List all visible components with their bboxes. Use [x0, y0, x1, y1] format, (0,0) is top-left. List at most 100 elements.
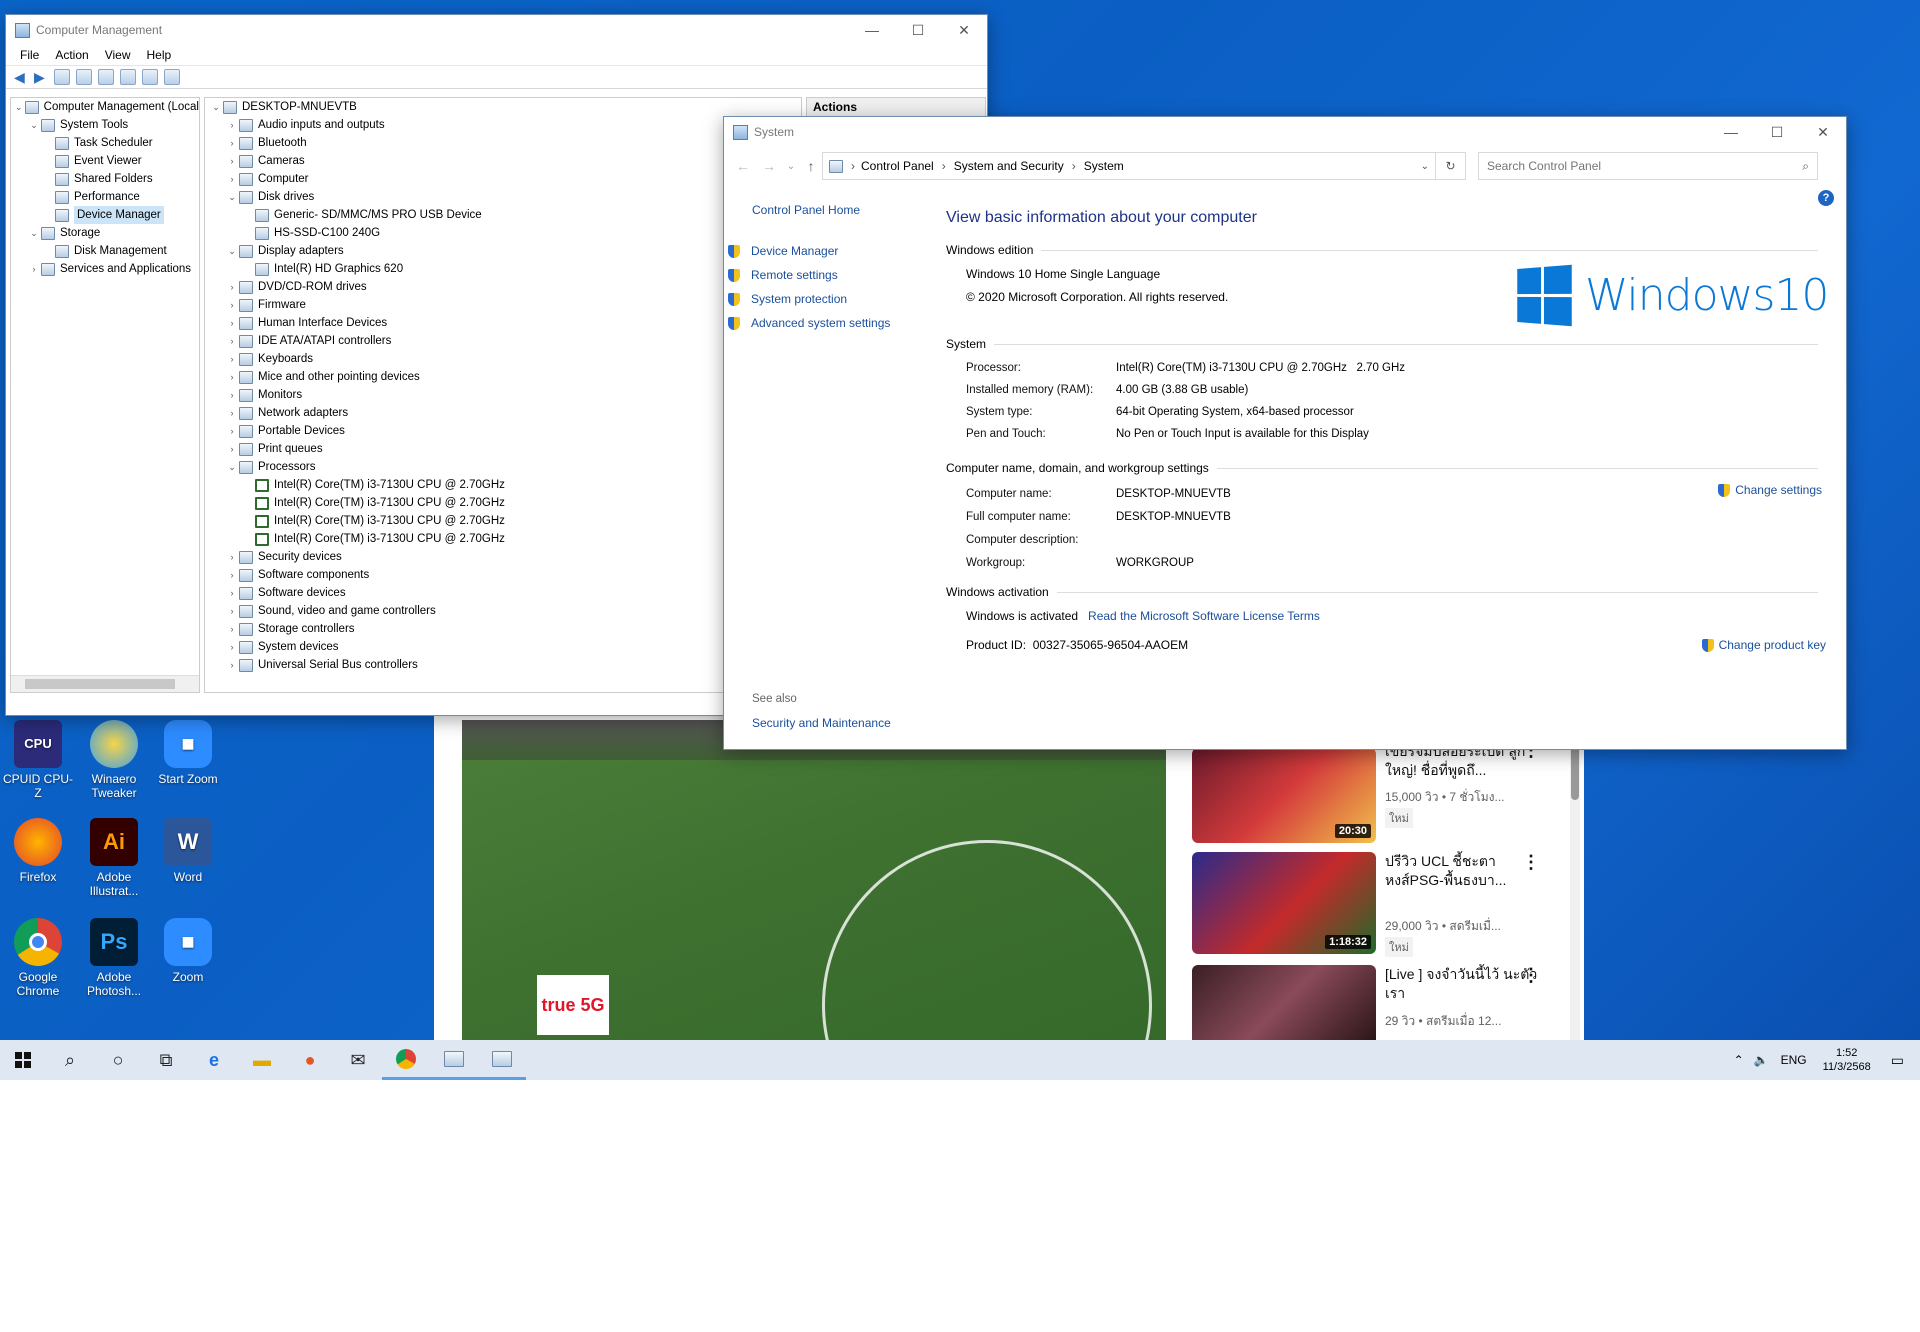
tree-item[interactable]: ⌄ System Tools: [11, 116, 199, 134]
tree-expander-icon[interactable]: ›: [225, 368, 239, 386]
tree-expander-icon[interactable]: ›: [225, 296, 239, 314]
youtube-scrollbar[interactable]: [1570, 720, 1580, 1040]
tree-item[interactable]: Intel(R) Core(TM) i3-7130U CPU @ 2.70GHz: [205, 494, 801, 512]
change-product-key-link[interactable]: Change product key: [1701, 638, 1826, 652]
tree-expander-icon[interactable]: ›: [225, 152, 239, 170]
tree-item[interactable]: Generic- SD/MMC/MS PRO USB Device: [205, 206, 801, 224]
tree-expander-icon[interactable]: ›: [225, 602, 239, 620]
tree-item[interactable]: ⌄ DESKTOP-MNUEVTB: [205, 98, 801, 116]
change-settings-link[interactable]: Change settings: [1718, 483, 1822, 497]
address-bar[interactable]: › Control Panel › System and Security › …: [822, 152, 1466, 180]
tree-expander-icon[interactable]: ›: [225, 620, 239, 638]
desktop-icon-firefox[interactable]: Firefox: [2, 818, 74, 884]
tree-item[interactable]: › Storage controllers: [205, 620, 801, 638]
task-view-icon[interactable]: ⧉: [142, 1040, 190, 1080]
menu-view[interactable]: View: [97, 48, 139, 62]
tree-expander-icon[interactable]: ⌄: [225, 188, 239, 206]
title-bar[interactable]: Computer Management — ☐ ✕: [6, 15, 987, 45]
tree-item[interactable]: › Computer: [205, 170, 801, 188]
tree-item[interactable]: › IDE ATA/ATAPI controllers: [205, 332, 801, 350]
language-indicator[interactable]: ENG: [1781, 1053, 1807, 1067]
desktop-icon-chrome[interactable]: Google Chrome: [2, 918, 74, 998]
minimize-button[interactable]: —: [849, 15, 895, 45]
tree-expander-icon[interactable]: ›: [225, 404, 239, 422]
desktop-icon-winaero[interactable]: Winaero Tweaker: [78, 720, 150, 800]
tree-item[interactable]: › Security devices: [205, 548, 801, 566]
tree-expander-icon[interactable]: ›: [225, 386, 239, 404]
search-icon[interactable]: ⌕: [46, 1040, 94, 1080]
search-box[interactable]: ⌕: [1478, 152, 1818, 180]
tree-item[interactable]: › Sound, video and game controllers: [205, 602, 801, 620]
edge-icon[interactable]: e: [190, 1040, 238, 1080]
tree-item[interactable]: Device Manager: [11, 206, 199, 224]
tree-item[interactable]: › Software components: [205, 566, 801, 584]
tree-expander-icon[interactable]: ›: [225, 440, 239, 458]
tree-item[interactable]: › Bluetooth: [205, 134, 801, 152]
show-hide-tree-icon[interactable]: [76, 69, 92, 85]
breadcrumb-system-security[interactable]: System and Security: [954, 159, 1064, 173]
file-explorer-icon[interactable]: ▬: [238, 1040, 286, 1080]
tree-item[interactable]: › Cameras: [205, 152, 801, 170]
tree-expander-icon[interactable]: ›: [225, 314, 239, 332]
tree-expander-icon[interactable]: ⌄: [27, 224, 41, 242]
tree-expander-icon[interactable]: ›: [225, 422, 239, 440]
view-icon[interactable]: [142, 69, 158, 85]
sidebar-item-advanced-system-settings[interactable]: Advanced system settings: [728, 311, 890, 335]
tree-item[interactable]: ⌄ Computer Management (Local: [11, 98, 199, 116]
help-icon[interactable]: ?: [1818, 190, 1834, 206]
tree-item[interactable]: Event Viewer: [11, 152, 199, 170]
sidebar-link-label[interactable]: Remote settings: [751, 268, 838, 282]
tree-item[interactable]: › Monitors: [205, 386, 801, 404]
desktop-icon-start-zoom[interactable]: ■ Start Zoom: [152, 720, 224, 786]
security-maintenance-link[interactable]: Security and Maintenance: [752, 716, 891, 730]
video-player[interactable]: true 5G: [462, 720, 1166, 1040]
tree-expander-icon[interactable]: ›: [225, 350, 239, 368]
tree-expander-icon[interactable]: ⌄: [13, 98, 25, 116]
menu-action[interactable]: Action: [47, 48, 96, 62]
tree-item[interactable]: ⌄ Disk drives: [205, 188, 801, 206]
sidebar-link-label[interactable]: System protection: [751, 292, 847, 306]
tree-item[interactable]: ⌄ Display adapters: [205, 242, 801, 260]
address-dropdown-icon[interactable]: ⌄: [1421, 161, 1429, 172]
back-arrow-icon[interactable]: ←: [730, 158, 756, 174]
change-settings-label[interactable]: Change settings: [1735, 483, 1822, 497]
tree-item[interactable]: Intel(R) Core(TM) i3-7130U CPU @ 2.70GHz: [205, 512, 801, 530]
clock[interactable]: 1:52 11/3/2568: [1823, 1046, 1871, 1074]
up-folder-icon[interactable]: [54, 69, 70, 85]
tree-expander-icon[interactable]: ›: [225, 116, 239, 134]
tree-item[interactable]: Intel(R) Core(TM) i3-7130U CPU @ 2.70GHz: [205, 530, 801, 548]
tree-expander-icon[interactable]: ⌄: [225, 242, 239, 260]
tree-expander-icon[interactable]: ›: [27, 260, 41, 278]
video-menu-icon[interactable]: ⋮: [1522, 965, 1540, 986]
tree-item[interactable]: ⌄ Storage: [11, 224, 199, 242]
tree-expander-icon[interactable]: ⌄: [27, 116, 41, 134]
monitor-icon[interactable]: [164, 69, 180, 85]
scrollbar-thumb[interactable]: [25, 679, 175, 689]
desktop-icon-photoshop[interactable]: Ps Adobe Photosh...: [78, 918, 150, 998]
sidebar-item-device-manager[interactable]: Device Manager: [728, 239, 890, 263]
minimize-button[interactable]: —: [1708, 117, 1754, 147]
mail-icon[interactable]: ✉: [334, 1040, 382, 1080]
tree-item[interactable]: › Audio inputs and outputs: [205, 116, 801, 134]
menu-file[interactable]: File: [12, 48, 47, 62]
search-icon[interactable]: ⌕: [1802, 159, 1809, 174]
video-title-3[interactable]: [Live ] จงจำวันนี้ไว้ นะตัวเรา: [1385, 965, 1545, 1003]
video-menu-icon[interactable]: ⋮: [1522, 852, 1540, 873]
breadcrumb-control-panel[interactable]: Control Panel: [861, 159, 934, 173]
tree-item[interactable]: Shared Folders: [11, 170, 199, 188]
desktop-icon-cpuz[interactable]: CPU CPUID CPU-Z: [2, 720, 74, 800]
start-button[interactable]: [0, 1040, 46, 1080]
sidebar-item-system-protection[interactable]: System protection: [728, 287, 890, 311]
video-thumbnail-3[interactable]: [1192, 965, 1376, 1040]
tree-item[interactable]: Task Scheduler: [11, 134, 199, 152]
close-button[interactable]: ✕: [941, 15, 987, 45]
tree-item[interactable]: › Keyboards: [205, 350, 801, 368]
tree-item[interactable]: › Print queues: [205, 440, 801, 458]
forward-arrow-icon[interactable]: ▶: [34, 69, 48, 85]
tree-expander-icon[interactable]: ›: [225, 134, 239, 152]
control-panel-home-link[interactable]: Control Panel Home: [752, 203, 890, 223]
system-window-taskbar-icon[interactable]: [430, 1040, 478, 1080]
firefox-icon[interactable]: ●: [286, 1040, 334, 1080]
recent-locations-icon[interactable]: ⌄: [782, 161, 800, 172]
tree-expander-icon[interactable]: ›: [225, 332, 239, 350]
